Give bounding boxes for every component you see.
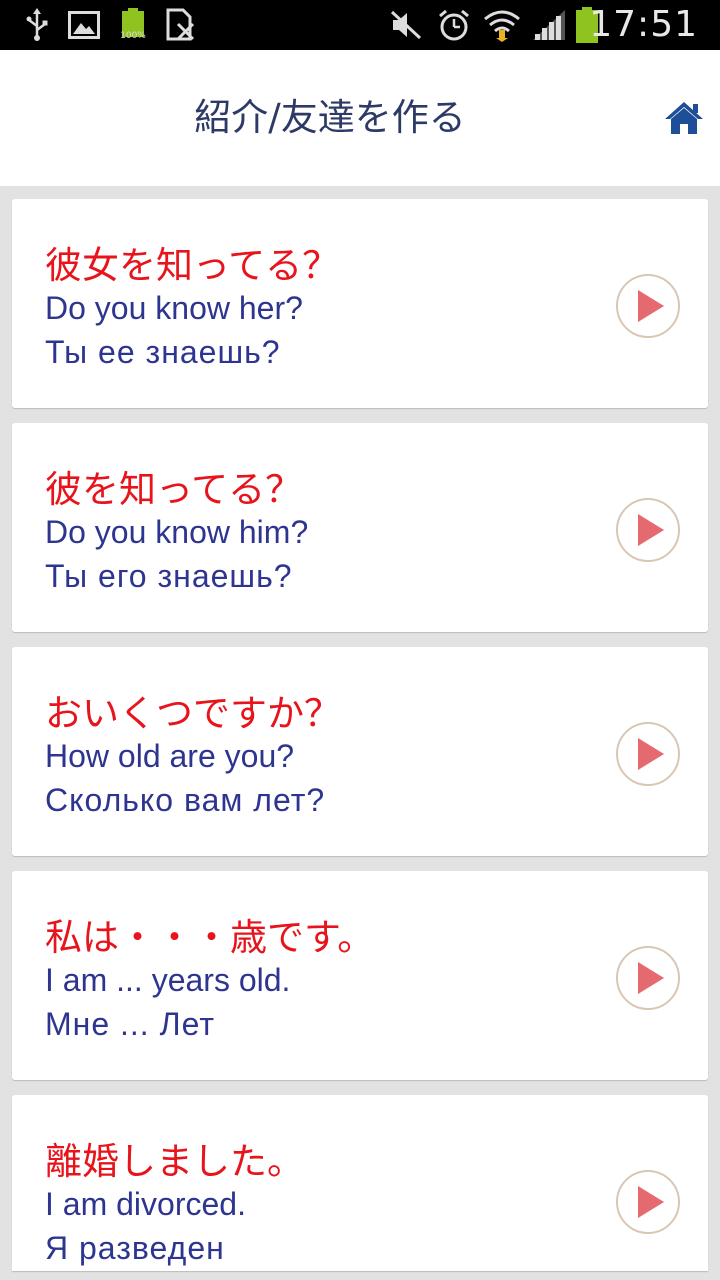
phrase-english: Do you know him? [45,514,309,550]
play-button[interactable] [616,722,680,786]
play-button[interactable] [616,498,680,562]
page-title: 紹介/友達を作る [194,96,466,139]
status-bar: 100% 17:51 [0,0,720,50]
signal-icon [530,0,568,50]
phrase-russian: Сколько вам лет? [45,782,326,818]
phrase-english: I am divorced. [45,1186,246,1222]
phrase-japanese: 彼を知ってる？ [45,468,303,511]
phrase-japanese: 私は・・・歳です。 [45,916,375,959]
image-icon [67,0,101,50]
phrase-card[interactable]: 彼女を知ってる？ Do you know her? Ты ее знаешь? [12,199,708,408]
play-icon [638,514,664,546]
play-icon [638,1186,664,1218]
battery-small-label: 100% [120,31,146,41]
phrase-russian: Я разведен [45,1230,225,1266]
phrase-english: Do you know her? [45,290,303,326]
status-time: 17:51 [589,4,698,45]
phrase-card[interactable]: 離婚しました。 I am divorced. Я разведен [12,1095,708,1271]
phrase-card[interactable]: 彼を知ってる？ Do you know him? Ты его знаешь? [12,423,708,632]
play-button[interactable] [616,274,680,338]
battery-small-icon [118,0,150,50]
phrase-english: How old are you? [45,738,295,774]
phrase-english: I am ... years old. [45,962,291,998]
play-button[interactable] [616,1170,680,1234]
phrase-russian: Мне ... Лет [45,1006,215,1042]
phrase-japanese: おいくつですか？ [45,692,341,735]
play-icon [638,290,664,322]
phrase-card[interactable]: 私は・・・歳です。 I am ... years old. Мне ... Ле… [12,871,708,1080]
phrase-russian: Ты его знаешь? [45,558,293,594]
home-icon [665,102,703,134]
no-sim-icon [164,0,198,50]
app-header: 紹介/友達を作る [0,50,720,186]
mute-icon [388,0,424,50]
phrase-japanese: 離婚しました。 [45,1140,304,1183]
phrase-russian: Ты ее знаешь? [45,334,281,370]
play-icon [638,738,664,770]
phrase-japanese: 彼女を知ってる？ [45,244,340,287]
phrase-list: 彼女を知ってる？ Do you know her? Ты ее знаешь? … [12,199,708,1271]
wifi-icon [482,0,522,50]
home-button[interactable] [662,98,706,138]
play-button[interactable] [616,946,680,1010]
alarm-icon [436,0,472,50]
usb-icon [22,0,52,50]
play-icon [638,962,664,994]
phrase-card[interactable]: おいくつですか？ How old are you? Сколько вам ле… [12,647,708,856]
